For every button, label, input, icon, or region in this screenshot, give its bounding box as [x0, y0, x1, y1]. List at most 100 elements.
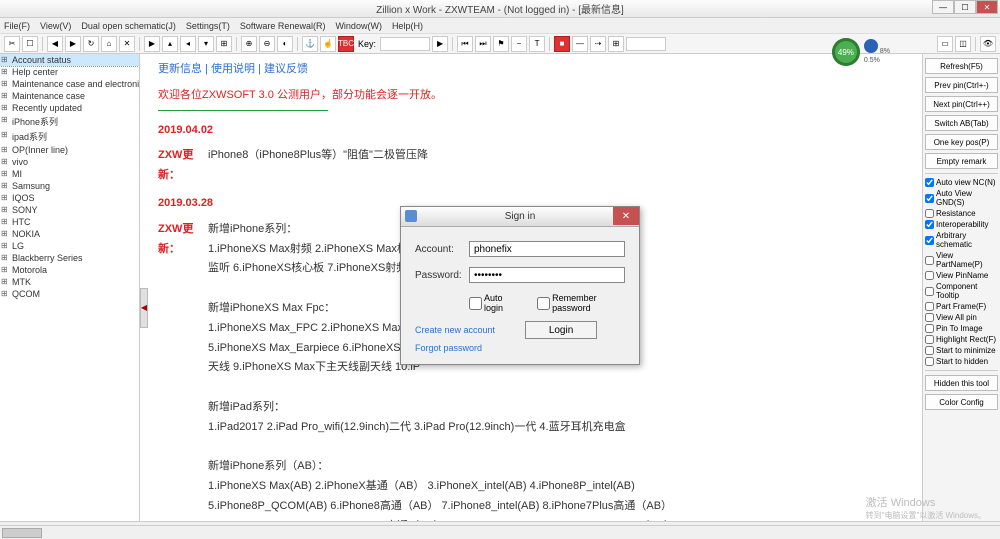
tree-item[interactable]: MTK [0, 276, 139, 288]
tool-gap1-icon[interactable]: — [572, 36, 588, 52]
tool-home-icon[interactable]: ⌂ [101, 36, 117, 52]
tool-up-icon[interactable]: ▴ [162, 36, 178, 52]
tool-minus-icon[interactable]: − [511, 36, 527, 52]
aux-input[interactable] [626, 37, 666, 51]
window-title: Zillion x Work - ZXWTEAM - (Not logged i… [376, 1, 624, 16]
minimize-button[interactable]: — [932, 0, 954, 14]
tree-item[interactable]: Maintenance case and electronic knowledg [0, 78, 139, 90]
menu-item[interactable]: View(V) [40, 21, 71, 31]
tree-item[interactable]: MI [0, 168, 139, 180]
tool-view-icon[interactable]: 👁 [980, 36, 996, 52]
tool-cut-icon[interactable]: ✂ [4, 36, 20, 52]
tool-skip-prev-icon[interactable]: ⏮ [457, 36, 473, 52]
tool-dot-icon[interactable]: ◐ [277, 36, 293, 52]
tree-item[interactable]: Blackberry Series [0, 252, 139, 264]
create-account-link[interactable]: Create new account [415, 325, 495, 335]
progress-circle-icon: 49% [832, 38, 860, 66]
rpanel-checkbox[interactable]: Arbitrary schematic [925, 231, 998, 249]
key-input[interactable] [380, 37, 430, 51]
rpanel-button[interactable]: Prev pin(Ctrl+-) [925, 77, 998, 93]
menu-item[interactable]: Settings(T) [186, 21, 230, 31]
menu-item[interactable]: Software Renewal(R) [240, 21, 326, 31]
tool-split-icon[interactable]: ◫ [955, 36, 971, 52]
rpanel-checkbox[interactable]: Interoperability [925, 220, 998, 229]
rpanel-button[interactable]: Next pin(Ctrl++) [925, 96, 998, 112]
rpanel-button[interactable]: Empty remark [925, 153, 998, 169]
tool-in-icon[interactable]: ⊕ [241, 36, 257, 52]
dialog-close-button[interactable]: ✕ [613, 207, 639, 225]
rpanel-checkbox[interactable]: View PinName [925, 271, 998, 280]
tool-left-icon[interactable]: ◂ [180, 36, 196, 52]
rpanel-checkbox[interactable]: Pin To Image [925, 324, 998, 333]
sidebar-collapse-handle[interactable]: ◀ [140, 288, 148, 328]
tree-item[interactable]: Recently updated [0, 102, 139, 114]
login-button[interactable]: Login [525, 321, 597, 339]
right-panel: Refresh(F5) Prev pin(Ctrl+-) Next pin(Ctrl… [922, 54, 1000, 521]
tree-item[interactable]: HTC [0, 216, 139, 228]
auto-login-checkbox[interactable]: Auto login [469, 293, 517, 313]
menu-item[interactable]: Help(H) [392, 21, 423, 31]
rpanel-button[interactable]: Hidden this tool [925, 375, 998, 391]
tool-gap2-icon[interactable]: ⇢ [590, 36, 606, 52]
tool-marker-icon[interactable]: ⚑ [493, 36, 509, 52]
tree-item[interactable]: SONY [0, 204, 139, 216]
tree-item[interactable]: LG [0, 240, 139, 252]
menu-item[interactable]: Window(W) [335, 21, 382, 31]
rpanel-button[interactable]: Switch AB(Tab) [925, 115, 998, 131]
rpanel-checkbox[interactable]: Component Tooltip [925, 282, 998, 300]
tool-veh-icon[interactable]: ⊞ [216, 36, 232, 52]
tool-tbc[interactable]: TBC [338, 36, 354, 52]
tool-refresh-icon[interactable]: ↻ [83, 36, 99, 52]
tool-play-icon[interactable]: ▶ [144, 36, 160, 52]
rpanel-checkbox[interactable]: View All pin [925, 313, 998, 322]
tool-run-icon[interactable]: ▶ [432, 36, 448, 52]
rpanel-checkbox[interactable]: Highlight Rect(F) [925, 335, 998, 344]
tool-thumb-icon[interactable]: ☝ [320, 36, 336, 52]
tree-item[interactable]: Account status [0, 54, 139, 66]
password-input[interactable] [469, 267, 625, 283]
tool-skip-next-icon[interactable]: ⏭ [475, 36, 491, 52]
tool-copy-icon[interactable]: ☐ [22, 36, 38, 52]
maximize-button[interactable]: ☐ [954, 0, 976, 14]
tool-text-icon[interactable]: T [529, 36, 545, 52]
account-input[interactable] [469, 241, 625, 257]
rpanel-checkbox[interactable]: Part Frame(F) [925, 302, 998, 311]
tree-item[interactable]: OP(Inner line) [0, 144, 139, 156]
tree-item[interactable]: vivo [0, 156, 139, 168]
rpanel-checkbox[interactable]: View PartName(P) [925, 251, 998, 269]
rpanel-checkbox[interactable]: Auto view NC(N) [925, 178, 998, 187]
tool-arrow-right-icon[interactable]: ▶ [65, 36, 81, 52]
tool-close-icon[interactable]: ✕ [119, 36, 135, 52]
rpanel-button[interactable]: One key pos(P) [925, 134, 998, 150]
globe-icon [864, 39, 878, 53]
tool-anchor-icon[interactable]: ⚓ [302, 36, 318, 52]
tree-item[interactable]: ipad系列 [0, 129, 139, 144]
rpanel-button[interactable]: Color Config [925, 394, 998, 410]
forgot-password-link[interactable]: Forgot password [415, 343, 482, 353]
rpanel-checkbox[interactable]: Resistance [925, 209, 998, 218]
tree-item[interactable]: Samsung [0, 180, 139, 192]
tool-arrow-left-icon[interactable]: ◀ [47, 36, 63, 52]
tool-color-swatch[interactable]: ■ [554, 36, 570, 52]
tool-out-icon[interactable]: ⊖ [259, 36, 275, 52]
rpanel-checkbox[interactable]: Auto View GND(S) [925, 189, 998, 207]
tree-item[interactable]: Motorola [0, 264, 139, 276]
tool-window-icon[interactable]: ▭ [937, 36, 953, 52]
close-button[interactable]: ✕ [976, 0, 998, 14]
tree-item[interactable]: Help center [0, 66, 139, 78]
rpanel-checkbox[interactable]: Start to minimize [925, 346, 998, 355]
remember-password-checkbox[interactable]: Remember password [537, 293, 625, 313]
tree-item[interactable]: NOKIA [0, 228, 139, 240]
menu-item[interactable]: File(F) [4, 21, 30, 31]
rpanel-button[interactable]: Refresh(F5) [925, 58, 998, 74]
tree-item[interactable]: iPhone系列 [0, 114, 139, 129]
tree-item[interactable]: QCOM [0, 288, 139, 300]
menu-item[interactable]: Dual open schematic(J) [81, 21, 176, 31]
doc-tabs[interactable]: 更新信息 | 使用说明 | 建议反馈 [158, 60, 904, 80]
tree-item[interactable]: IQOS [0, 192, 139, 204]
tool-down-icon[interactable]: ▾ [198, 36, 214, 52]
rpanel-checkbox[interactable]: Start to hidden [925, 357, 998, 366]
menu-bar: File(F) View(V) Dual open schematic(J) Sett… [0, 18, 1000, 34]
tree-item[interactable]: Maintenance case [0, 90, 139, 102]
tool-gap3-icon[interactable]: ⊞ [608, 36, 624, 52]
